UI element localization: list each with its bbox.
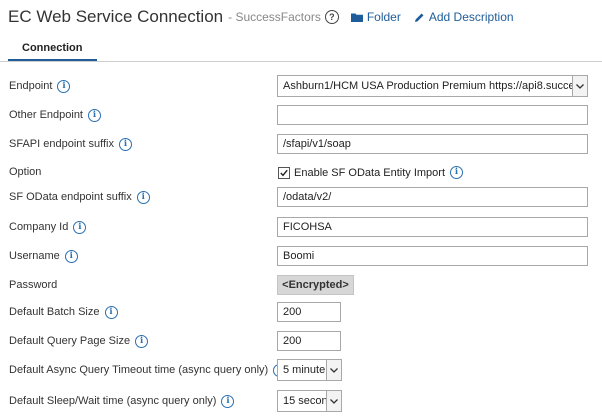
username-input[interactable]	[277, 246, 588, 266]
info-icon[interactable]: i	[57, 79, 71, 93]
info-icon[interactable]: i	[64, 249, 78, 263]
info-icon[interactable]: i	[135, 334, 149, 348]
batch-size-row: Default Batch Size i	[0, 300, 602, 324]
odata-import-checkbox-label: Enable SF OData Entity Import	[294, 166, 446, 179]
other-endpoint-input[interactable]	[277, 105, 588, 125]
sleep-wait-select[interactable]: 15 secon	[277, 390, 342, 412]
other-endpoint-row: Other Endpoint i	[0, 103, 602, 127]
sleep-wait-row: Default Sleep/Wait time (async query onl…	[0, 389, 602, 413]
encrypted-password-button[interactable]: <Encrypted>	[277, 275, 354, 295]
page-title: EC Web Service Connection	[8, 7, 224, 26]
async-timeout-select[interactable]: 5 minute	[277, 359, 342, 381]
info-icon[interactable]: i	[118, 137, 132, 151]
async-timeout-label: Default Async Query Timeout time (async …	[9, 364, 269, 376]
sfapi-suffix-label: SFAPI endpoint suffix	[9, 138, 114, 150]
page-header: EC Web Service Connection - SuccessFacto…	[8, 4, 514, 30]
endpoint-row: Endpoint i Ashburn1/HCM USA Production Pr…	[0, 74, 602, 98]
folder-icon	[350, 13, 363, 22]
info-icon[interactable]: i	[450, 166, 464, 179]
add-description-link[interactable]: Add Description	[414, 10, 514, 24]
company-id-input[interactable]	[277, 217, 588, 237]
query-page-size-input[interactable]	[277, 331, 341, 351]
chevron-down-icon	[326, 391, 341, 411]
help-icon[interactable]: ?	[324, 10, 339, 24]
option-label: Option	[9, 166, 42, 178]
username-label: Username	[9, 250, 60, 262]
odata-import-checkbox-group: Enable SF OData Entity Import i	[278, 166, 464, 179]
company-id-label: Company Id	[9, 221, 69, 233]
endpoint-select-value: Ashburn1/HCM USA Production Premium http…	[283, 80, 572, 92]
sleep-wait-label: Default Sleep/Wait time (async query onl…	[9, 395, 217, 407]
info-icon[interactable]: i	[221, 394, 235, 408]
query-page-size-label: Default Query Page Size	[9, 335, 131, 347]
endpoint-select[interactable]: Ashburn1/HCM USA Production Premium http…	[277, 75, 588, 97]
odata-suffix-label: SF OData endpoint suffix	[9, 191, 132, 203]
odata-import-checkbox[interactable]	[278, 166, 290, 179]
tab-connection[interactable]: Connection	[8, 36, 97, 61]
batch-size-input[interactable]	[277, 302, 341, 322]
sfapi-suffix-row: SFAPI endpoint suffix i	[0, 132, 602, 156]
sfapi-suffix-input[interactable]	[277, 134, 588, 154]
info-icon[interactable]: i	[73, 220, 87, 234]
info-icon[interactable]: i	[88, 108, 101, 122]
other-endpoint-label: Other Endpoint	[9, 109, 83, 121]
username-row: Username i	[0, 244, 602, 268]
password-row: Password <Encrypted>	[0, 273, 602, 297]
chevron-down-icon	[572, 76, 587, 96]
company-id-row: Company Id i	[0, 215, 602, 239]
info-icon[interactable]: i	[136, 190, 150, 204]
endpoint-label: Endpoint	[9, 80, 53, 92]
async-timeout-select-value: 5 minute	[283, 364, 326, 376]
sleep-wait-select-value: 15 secon	[283, 395, 326, 407]
async-timeout-row: Default Async Query Timeout time (async …	[0, 358, 602, 382]
folder-link[interactable]: Folder	[350, 10, 401, 24]
folder-label: Folder	[366, 10, 401, 24]
page-subtitle: - SuccessFactors	[228, 10, 321, 24]
query-page-size-row: Default Query Page Size i	[0, 329, 602, 353]
odata-suffix-input[interactable]	[277, 187, 588, 207]
password-label: Password	[9, 279, 58, 291]
option-row: Option Enable SF OData Entity Import i	[0, 160, 602, 184]
add-description-label: Add Description	[428, 10, 514, 24]
tab-bar: Connection	[0, 36, 602, 62]
batch-size-label: Default Batch Size	[9, 306, 100, 318]
chevron-down-icon	[326, 360, 341, 380]
info-icon[interactable]: i	[104, 305, 118, 319]
pencil-icon	[414, 13, 424, 22]
odata-suffix-row: SF OData endpoint suffix i	[0, 185, 602, 209]
